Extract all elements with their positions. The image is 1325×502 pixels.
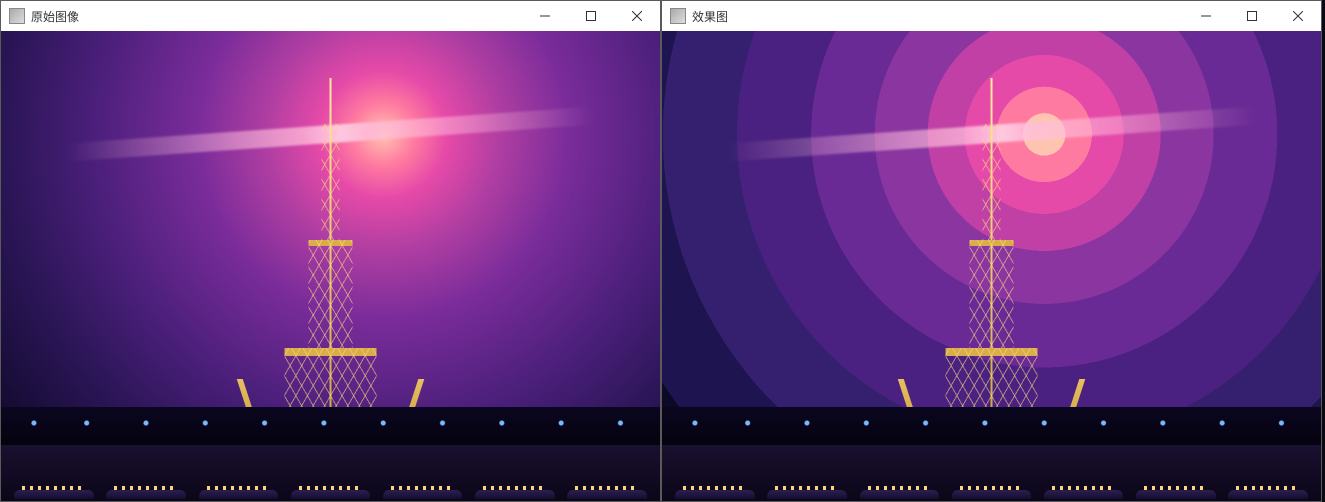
titlebar[interactable]: 效果图 [662,1,1321,31]
window-original: 原始图像 [0,0,661,502]
original-image [1,31,660,501]
foreground [1,407,660,501]
close-button[interactable] [1275,1,1321,31]
effect-image [662,31,1321,501]
window-controls [1183,1,1321,31]
minimize-button[interactable] [522,1,568,31]
light-beam [67,107,594,162]
image-app-icon [670,8,686,24]
light-beam [728,107,1255,162]
close-icon [1293,11,1303,21]
image-viewport [1,31,660,501]
maximize-icon [586,11,596,21]
window-title: 原始图像 [31,8,522,25]
close-button[interactable] [614,1,660,31]
window-controls [522,1,660,31]
close-icon [632,11,642,21]
minimize-icon [540,11,550,21]
titlebar[interactable]: 原始图像 [1,1,660,31]
minimize-icon [1201,11,1211,21]
image-app-icon [9,8,25,24]
image-viewport [662,31,1321,501]
maximize-button[interactable] [568,1,614,31]
maximize-button[interactable] [1229,1,1275,31]
maximize-icon [1247,11,1257,21]
window-title: 效果图 [692,8,1183,25]
minimize-button[interactable] [1183,1,1229,31]
window-effect: 效果图 [661,0,1322,502]
foreground [662,407,1321,501]
